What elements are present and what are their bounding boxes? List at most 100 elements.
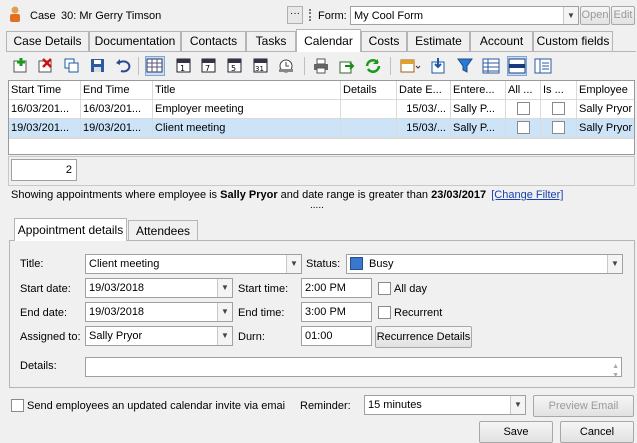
col-details[interactable]: Details xyxy=(341,81,397,99)
calendar-grid-icon[interactable] xyxy=(145,56,165,76)
refresh-icon[interactable] xyxy=(363,56,383,76)
svg-text:31: 31 xyxy=(255,65,264,73)
cell-employee[interactable]: Sally Pryor xyxy=(577,119,634,137)
subtab-appointment-details[interactable]: Appointment details xyxy=(14,218,127,241)
tab-tasks[interactable]: Tasks xyxy=(246,31,296,51)
col-all-day[interactable]: All ... xyxy=(506,81,541,99)
cell-date-e[interactable]: 15/03/... xyxy=(397,119,451,137)
cell-all-day-checkbox[interactable] xyxy=(506,100,541,118)
form-edit-button[interactable]: Edit xyxy=(611,6,635,25)
recurrence-details-button[interactable]: Recurrence Details xyxy=(375,326,472,348)
copy-icon[interactable] xyxy=(62,56,82,76)
checkbox[interactable] xyxy=(516,102,530,115)
tab-calendar[interactable]: Calendar xyxy=(296,29,361,52)
tab-contacts[interactable]: Contacts xyxy=(181,31,246,51)
filter-icon[interactable] xyxy=(455,56,475,76)
tab-estimate[interactable]: Estimate xyxy=(407,31,470,51)
cell-entered[interactable]: Sally P... xyxy=(451,119,506,137)
cell-is-x-checkbox[interactable] xyxy=(541,100,577,118)
calendar-week-icon[interactable]: 7 xyxy=(199,56,219,76)
cell-title[interactable]: Client meeting xyxy=(153,119,341,137)
svg-text:5: 5 xyxy=(231,64,236,73)
title-field[interactable]: Client meeting ▼ xyxy=(85,254,302,274)
case-icon xyxy=(8,6,22,22)
cell-start[interactable]: 19/03/201... xyxy=(9,119,81,137)
status-select[interactable]: Busy ▼ xyxy=(346,254,623,274)
export-icon[interactable] xyxy=(337,56,357,76)
chevron-down-icon[interactable]: ▼ xyxy=(510,396,525,414)
save-icon[interactable] xyxy=(88,56,108,76)
col-end-time[interactable]: End Time xyxy=(81,81,153,99)
save-button[interactable]: Save xyxy=(479,421,553,443)
chevron-down-icon[interactable]: ▼ xyxy=(217,303,232,321)
case-more-button[interactable]: ··· xyxy=(287,6,303,24)
checkbox[interactable] xyxy=(552,121,565,134)
change-filter-link[interactable]: [Change Filter] xyxy=(491,189,563,201)
start-time-field[interactable]: 2:00 PM xyxy=(301,278,372,298)
undo-icon[interactable] xyxy=(114,56,134,76)
cell-entered[interactable]: Sally P... xyxy=(451,100,506,118)
cancel-button[interactable]: Cancel xyxy=(560,421,634,443)
recurrent-checkbox[interactable] xyxy=(378,306,391,319)
checkbox[interactable] xyxy=(552,102,565,115)
calendar-day-icon[interactable]: 1 xyxy=(174,56,194,76)
cell-all-day-checkbox[interactable] xyxy=(506,119,541,137)
send-invite-checkbox[interactable] xyxy=(11,399,24,412)
col-employee[interactable]: Employee xyxy=(577,81,634,99)
add-icon[interactable] xyxy=(11,56,31,76)
preview-email-button[interactable]: Preview Email xyxy=(533,395,634,417)
details-field[interactable]: ▲ ▼ xyxy=(85,357,622,377)
cell-details[interactable] xyxy=(341,119,397,137)
appointments-grid[interactable]: Start Time End Time Title Details Date E… xyxy=(8,80,635,155)
tab-custom-fields[interactable]: Custom fields xyxy=(533,31,613,51)
chevron-down-icon[interactable]: ▼ xyxy=(563,7,578,24)
end-time-field[interactable]: 3:00 PM xyxy=(301,302,372,322)
import-icon[interactable] xyxy=(429,56,449,76)
cell-employee[interactable]: Sally Pryor xyxy=(577,100,634,118)
duration-field[interactable]: 01:00 xyxy=(301,326,372,346)
calendar-month-icon[interactable]: 31 xyxy=(251,56,271,76)
cell-date-e[interactable]: 15/03/... xyxy=(397,100,451,118)
cell-title[interactable]: Employer meeting xyxy=(153,100,341,118)
col-start-time[interactable]: Start Time xyxy=(9,81,81,99)
cell-is-x-checkbox[interactable] xyxy=(541,119,577,137)
col-is[interactable]: Is ... xyxy=(541,81,577,99)
table-row[interactable]: 16/03/201... 16/03/201... Employer meeting… xyxy=(9,100,634,119)
subtab-label: Attendees xyxy=(135,224,191,238)
calendar-workweek-icon[interactable]: 5 xyxy=(225,56,245,76)
cell-start[interactable]: 16/03/201... xyxy=(9,100,81,118)
tab-case-details[interactable]: Case Details xyxy=(6,31,89,51)
chevron-down-icon[interactable]: ▼ xyxy=(217,327,232,345)
detail-view-icon[interactable] xyxy=(533,56,553,76)
table-row[interactable]: 19/03/201... 19/03/201... Client meeting 15… xyxy=(9,119,634,138)
start-date-field[interactable]: 19/03/2018 ▼ xyxy=(85,278,233,298)
split-view-icon[interactable] xyxy=(507,56,527,76)
tab-costs[interactable]: Costs xyxy=(361,31,407,51)
end-date-field[interactable]: 19/03/2018 ▼ xyxy=(85,302,233,322)
calendar-clock-icon[interactable] xyxy=(276,56,296,76)
cell-end[interactable]: 19/03/201... xyxy=(81,119,153,137)
assigned-select[interactable]: Sally Pryor ▼ xyxy=(85,326,233,346)
table-view-icon[interactable] xyxy=(481,56,501,76)
cell-end[interactable]: 16/03/201... xyxy=(81,100,153,118)
col-date-e[interactable]: Date E... xyxy=(397,81,451,99)
chevron-down-icon[interactable]: ▼ xyxy=(607,255,622,273)
delete-icon[interactable] xyxy=(36,56,56,76)
tab-account[interactable]: Account xyxy=(470,31,533,51)
splitter-handle[interactable]: ..... xyxy=(310,200,324,211)
cell-details[interactable] xyxy=(341,100,397,118)
col-entered[interactable]: Entere... xyxy=(451,81,506,99)
tab-documentation[interactable]: Documentation xyxy=(89,31,181,51)
chevron-down-icon[interactable]: ▼ xyxy=(286,255,301,273)
form-select[interactable]: My Cool Form ▼ xyxy=(350,6,579,25)
chevron-down-icon[interactable]: ▼ xyxy=(217,279,232,297)
spin-down-icon[interactable]: ▼ xyxy=(612,367,619,376)
print-icon[interactable] xyxy=(311,56,331,76)
calendar-options-icon[interactable] xyxy=(397,56,423,76)
checkbox[interactable] xyxy=(516,121,530,134)
subtab-attendees[interactable]: Attendees xyxy=(128,220,198,241)
col-title[interactable]: Title xyxy=(153,81,341,99)
reminder-select[interactable]: 15 minutes ▼ xyxy=(364,395,526,415)
form-open-button[interactable]: Open xyxy=(580,6,610,25)
all-day-checkbox[interactable] xyxy=(378,282,391,295)
